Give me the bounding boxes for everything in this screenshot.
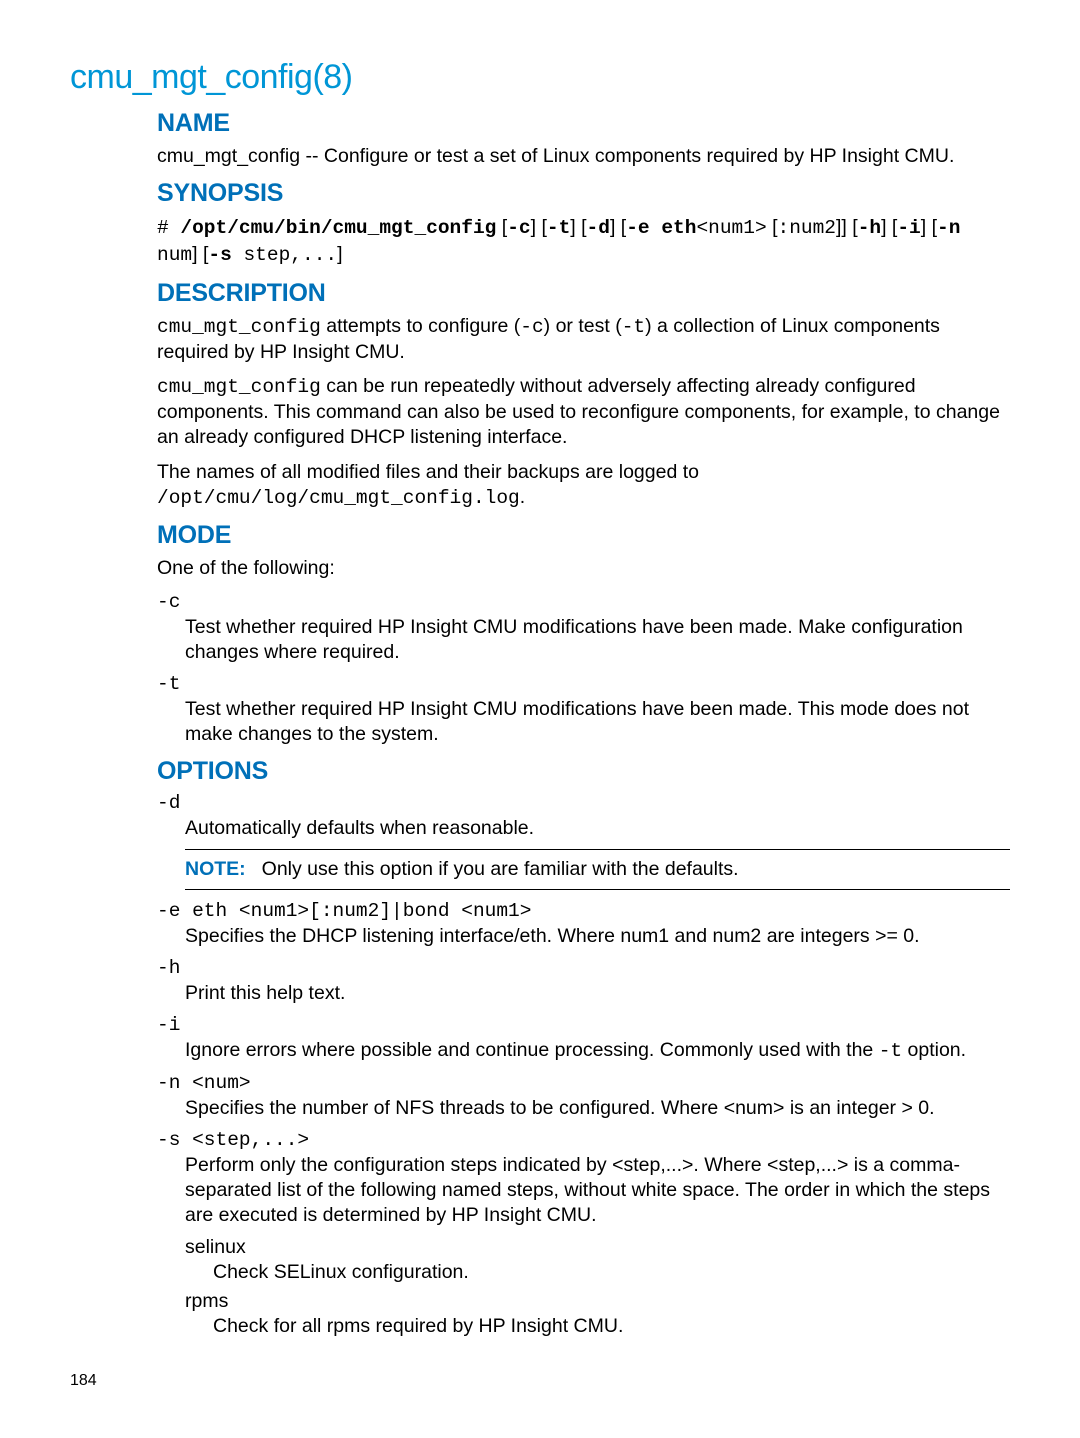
syn-sep: ] [ bbox=[921, 216, 937, 238]
s-arg: step,... bbox=[232, 244, 337, 266]
note-label: NOTE: bbox=[185, 858, 246, 880]
flag-c: -c bbox=[507, 217, 530, 239]
n-arg: num bbox=[157, 244, 192, 266]
syn-open: [ bbox=[496, 216, 507, 238]
note-block: NOTE: Only use this option if you are fam… bbox=[185, 849, 1010, 890]
opt-h-flag: -h bbox=[157, 957, 1010, 979]
desc-p3: The names of all modified files and thei… bbox=[157, 460, 1010, 511]
heading-description: DESCRIPTION bbox=[157, 279, 1010, 308]
e-arg2: :num2 bbox=[778, 217, 837, 239]
mode-c-desc: Test whether required HP Insight CMU mod… bbox=[185, 615, 1010, 665]
syn-sep: ] [ bbox=[531, 216, 547, 238]
name-paragraph: cmu_mgt_config -- Configure or test a se… bbox=[157, 144, 1010, 169]
syn-close: ] bbox=[337, 243, 342, 265]
desc-path: /opt/cmu/log/cmu_mgt_config.log bbox=[157, 487, 520, 509]
syn-sep: ] [ bbox=[192, 243, 208, 265]
desc-t-flag: -t bbox=[622, 316, 645, 338]
flag-s: -s bbox=[208, 244, 231, 266]
page-title: cmu_mgt_config(8) bbox=[70, 58, 1010, 97]
heading-mode: MODE bbox=[157, 521, 1010, 550]
opt-h-desc: Print this help text. bbox=[185, 981, 1010, 1006]
mode-intro: One of the following: bbox=[157, 556, 1010, 581]
step-rpms: rpms bbox=[185, 1290, 1010, 1313]
opt-i-desc-a: Ignore errors where possible and continu… bbox=[185, 1039, 879, 1061]
e-arg1: <num1> bbox=[696, 217, 766, 239]
desc-t: . bbox=[520, 486, 525, 508]
heading-synopsis: SYNOPSIS bbox=[157, 179, 1010, 208]
opt-s-desc: Perform only the configuration steps ind… bbox=[185, 1153, 1010, 1228]
opt-e-desc: Specifies the DHCP listening interface/e… bbox=[185, 924, 1010, 949]
opt-s-flag: -s <step,...> bbox=[157, 1129, 1010, 1151]
divider bbox=[185, 889, 1010, 890]
desc-t: The names of all modified files and thei… bbox=[157, 461, 699, 483]
desc-p1: cmu_mgt_config attempts to configure (-c… bbox=[157, 314, 1010, 365]
opt-d-flag: -d bbox=[157, 792, 1010, 814]
opt-n-desc: Specifies the number of NFS threads to b… bbox=[185, 1096, 1010, 1121]
syn-sep: ] [ bbox=[610, 216, 626, 238]
note-text: Only use this option if you are familiar… bbox=[262, 858, 739, 880]
mode-flag-c: -c bbox=[157, 591, 1010, 613]
note-line: NOTE: Only use this option if you are fam… bbox=[185, 850, 1010, 889]
opt-i-desc: Ignore errors where possible and continu… bbox=[185, 1038, 1010, 1064]
heading-options: OPTIONS bbox=[157, 757, 1010, 786]
content-region: NAME cmu_mgt_config -- Configure or test… bbox=[157, 109, 1010, 1338]
flag-n: -n bbox=[937, 217, 960, 239]
prompt-hash: # bbox=[157, 217, 180, 239]
step-selinux: selinux bbox=[185, 1236, 1010, 1259]
opt-n-flag: -n <num> bbox=[157, 1072, 1010, 1094]
opt-i-flag: -i bbox=[157, 1014, 1010, 1036]
flag-e: -e eth bbox=[626, 217, 696, 239]
flag-i: -i bbox=[897, 217, 920, 239]
step-selinux-desc: Check SELinux configuration. bbox=[213, 1261, 1010, 1284]
syn-command: /opt/cmu/bin/cmu_mgt_config bbox=[180, 217, 496, 239]
document-page: cmu_mgt_config(8) NAME cmu_mgt_config --… bbox=[0, 0, 1080, 1438]
flag-h: -h bbox=[858, 217, 881, 239]
syn-sep: ] [ bbox=[570, 216, 586, 238]
name-desc: -- Configure or test a set of Linux comp… bbox=[300, 145, 954, 167]
syn-sep: ] [ bbox=[881, 216, 897, 238]
desc-cmd: cmu_mgt_config bbox=[157, 316, 321, 338]
opt-i-desc-c: option. bbox=[902, 1039, 966, 1061]
synopsis-line: # /opt/cmu/bin/cmu_mgt_config [-c] [-t] … bbox=[157, 214, 1010, 269]
opt-i-desc-b: -t bbox=[879, 1040, 902, 1062]
mode-t-desc: Test whether required HP Insight CMU mod… bbox=[185, 697, 1010, 747]
step-rpms-desc: Check for all rpms required by HP Insigh… bbox=[213, 1315, 1010, 1338]
desc-t: ) or test ( bbox=[544, 315, 622, 337]
opt-e-flag: -e eth <num1>[:num2]|bond <num1> bbox=[157, 900, 1010, 922]
opt-d-desc: Automatically defaults when reasonable. bbox=[185, 816, 1010, 841]
desc-c-flag: -c bbox=[520, 316, 543, 338]
heading-name: NAME bbox=[157, 109, 1010, 138]
desc-cmd: cmu_mgt_config bbox=[157, 376, 321, 398]
mode-flag-t: -t bbox=[157, 673, 1010, 695]
page-number: 184 bbox=[70, 1372, 97, 1390]
command-name: cmu_mgt_config bbox=[157, 145, 300, 167]
flag-d: -d bbox=[587, 217, 610, 239]
e-mid: [ bbox=[767, 216, 778, 238]
e-end: ]] [ bbox=[836, 216, 858, 238]
desc-p2: cmu_mgt_config can be run repeatedly wit… bbox=[157, 374, 1010, 450]
desc-t: attempts to configure ( bbox=[321, 315, 520, 337]
flag-t: -t bbox=[547, 217, 570, 239]
